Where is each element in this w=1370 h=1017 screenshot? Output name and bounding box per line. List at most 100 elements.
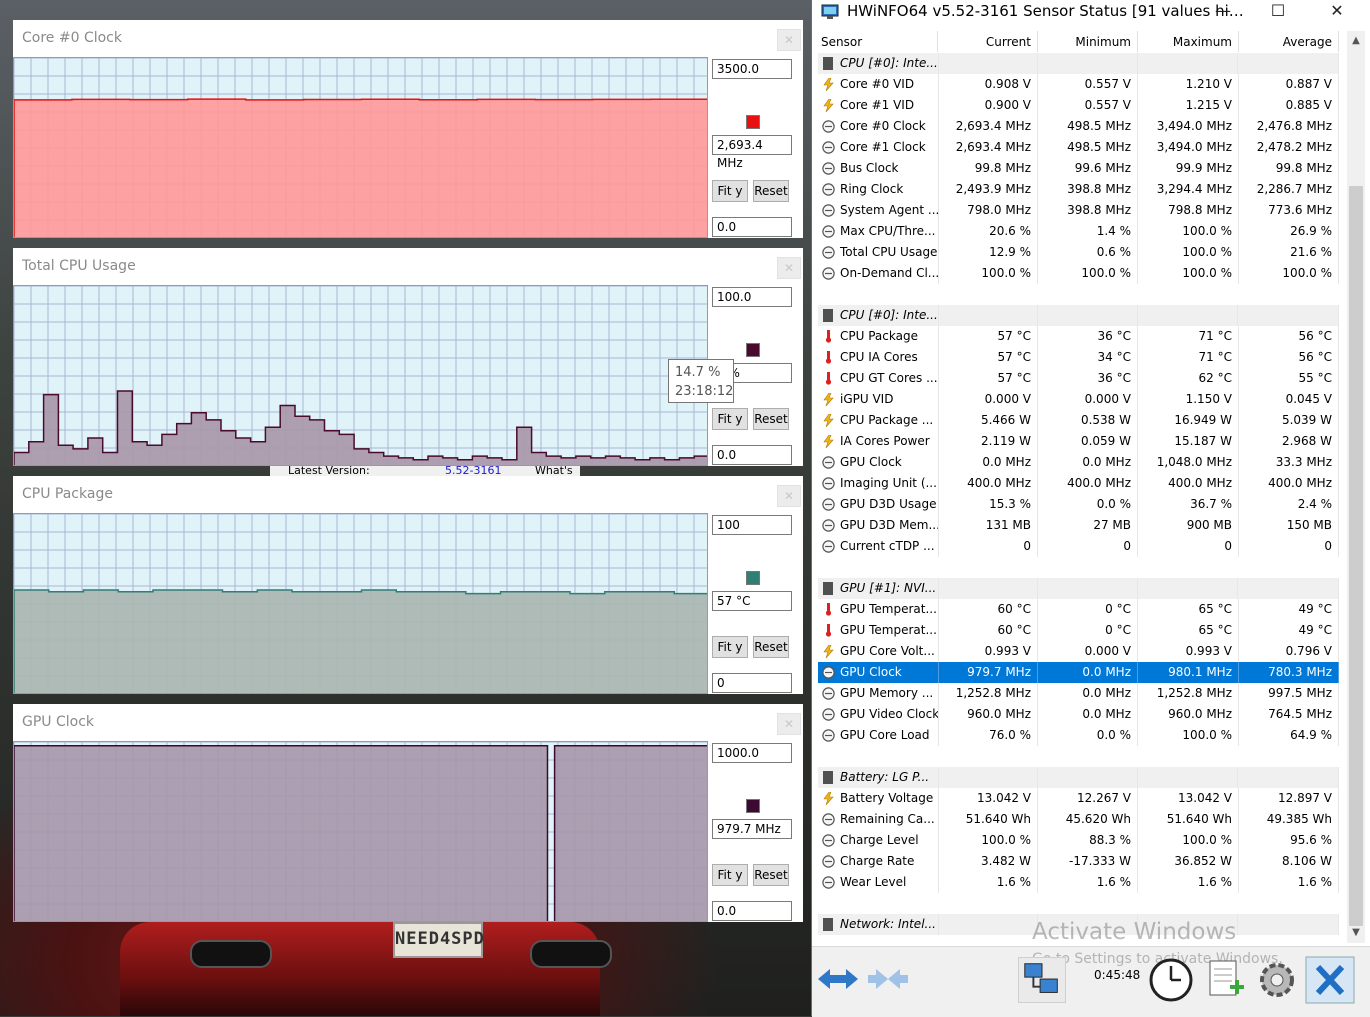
graph-window-core0-clock[interactable]: Core #0 Clock ✕ 3500.0 2,693.4 MHz Fit y… (13, 20, 803, 238)
color-swatch[interactable] (746, 799, 760, 813)
sensor-row[interactable]: Ring Clock 2,493.9 MHz 398.8 MHz 3,294.4 MH… (818, 179, 1339, 200)
close-icon[interactable]: ✕ (777, 257, 801, 279)
close-x-icon[interactable] (1304, 955, 1356, 1005)
sensor-row[interactable]: Charge Rate 3.482 W -17.333 W 36.852 W 8.106… (818, 851, 1339, 872)
graph-max-field[interactable]: 3500.0 (712, 59, 792, 79)
sensor-group-header[interactable]: GPU [#1]: NVI... (818, 578, 1339, 599)
sensor-row[interactable]: Core #1 Clock 2,693.4 MHz 498.5 MHz 3,494.0… (818, 137, 1339, 158)
sensor-row[interactable]: Wear Level 1.6 % 1.6 % 1.6 % 1.6 % (818, 872, 1339, 893)
gauge-icon (822, 666, 835, 679)
empty-cell (1239, 53, 1339, 74)
sensor-row[interactable]: GPU Clock 979.7 MHz 0.0 MHz 980.1 MHz 780.3 … (818, 662, 1339, 683)
sensor-group-header[interactable]: CPU [#0]: Inte... (818, 305, 1339, 326)
sensor-name-cell: CPU [#0]: Inte... (818, 305, 939, 326)
scrollbar-thumb[interactable] (1349, 186, 1363, 926)
clock-icon[interactable] (1146, 955, 1196, 1005)
value-maximum: 15.187 W (1138, 431, 1239, 452)
sensor-row[interactable]: CPU Package ... 5.466 W 0.538 W 16.949 W 5.0… (818, 410, 1339, 431)
sensor-row[interactable]: GPU D3D Mem... 131 MB 27 MB 900 MB 150 MB (818, 515, 1339, 536)
gauge-icon (822, 477, 835, 490)
close-icon[interactable]: ✕ (777, 29, 801, 51)
value-minimum: 36 °C (1038, 326, 1138, 347)
sensor-name-cell: Battery Voltage (818, 788, 939, 809)
sensor-row[interactable]: iGPU VID 0.000 V 0.000 V 1.150 V 0.045 V (818, 389, 1339, 410)
sensor-row[interactable]: Core #0 Clock 2,693.4 MHz 498.5 MHz 3,494.0… (818, 116, 1339, 137)
sensor-row[interactable]: CPU IA Cores 57 °C 34 °C 71 °C 56 °C (818, 347, 1339, 368)
sensor-row[interactable]: CPU GT Cores ... 57 °C 36 °C 62 °C 55 °C (818, 368, 1339, 389)
graph-max-field[interactable]: 100.0 (712, 287, 792, 307)
color-swatch[interactable] (746, 115, 760, 129)
graph-min-field[interactable]: 0 (712, 673, 792, 693)
sensor-row[interactable]: Remaining Ca... 51.640 Wh 45.620 Wh 51.640 … (818, 809, 1339, 830)
sensor-row[interactable]: GPU Clock 0.0 MHz 0.0 MHz 1,048.0 MHz 33.3 M… (818, 452, 1339, 473)
sensor-row[interactable]: System Agent ... 798.0 MHz 398.8 MHz 798.8 … (818, 200, 1339, 221)
sensor-row[interactable]: Bus Clock 99.8 MHz 99.6 MHz 99.9 MHz 99.8 MH… (818, 158, 1339, 179)
graph-max-field[interactable]: 100 (712, 515, 792, 535)
graph-window-total-cpu-usage[interactable]: Total CPU Usage ✕ 100.0 9 % Fit y Reset … (13, 248, 803, 466)
sensor-row[interactable]: GPU Core Volt... 0.993 V 0.000 V 0.993 V 0.7… (818, 641, 1339, 662)
sensor-row[interactable]: Core #1 VID 0.900 V 0.557 V 1.215 V 0.885 V (818, 95, 1339, 116)
graph-min-field[interactable]: 0.0 (712, 217, 792, 237)
sensor-group-header[interactable]: Battery: LG P... (818, 767, 1339, 788)
sensor-row[interactable]: CPU Package 57 °C 36 °C 71 °C 56 °C (818, 326, 1339, 347)
color-swatch[interactable] (746, 571, 760, 585)
expand-arrows-icon[interactable] (816, 959, 860, 999)
graph-max-field[interactable]: 1000.0 (712, 743, 792, 763)
sensor-list[interactable]: CPU [#0]: Inte... Core #0 VID 0.908 V 0.557… (812, 53, 1339, 943)
title-bar[interactable]: HWiNFO64 v5.52-3161 Sensor Status [91 va… (812, 0, 1370, 24)
column-header-current[interactable]: Current (938, 31, 1038, 52)
collapse-arrows-icon[interactable] (866, 959, 910, 999)
fit-y-button[interactable]: Fit y (712, 864, 748, 886)
close-icon[interactable]: ✕ (777, 485, 801, 507)
graph-min-field[interactable]: 0.0 (712, 901, 792, 921)
scroll-up-icon[interactable]: ▲ (1347, 33, 1365, 49)
sensor-row[interactable]: IA Cores Power 2.119 W 0.059 W 15.187 W 2.96… (818, 431, 1339, 452)
graph-window-gpu-clock[interactable]: GPU Clock ✕ 1000.0 979.7 MHz Fit y Reset… (13, 704, 803, 922)
sensor-row[interactable]: Total CPU Usage 12.9 % 0.6 % 100.0 % 21.6 % (818, 242, 1339, 263)
graph-min-field[interactable]: 0.0 (712, 445, 792, 465)
column-header-minimum[interactable]: Minimum (1038, 31, 1138, 52)
sensor-row[interactable]: Max CPU/Thre... 20.6 % 1.4 % 100.0 % 26.9 % (818, 221, 1339, 242)
sensor-row[interactable]: Current cTDP ... 0 0 0 0 (818, 536, 1339, 557)
fit-y-button[interactable]: Fit y (712, 636, 748, 658)
graph-window-cpu-package[interactable]: CPU Package ✕ 100 57 °C Fit y Reset 0 (13, 476, 803, 694)
sensor-row[interactable]: GPU Temperat... 60 °C 0 °C 65 °C 49 °C (818, 620, 1339, 641)
sensor-row[interactable]: GPU D3D Usage 15.3 % 0.0 % 36.7 % 2.4 % (818, 494, 1339, 515)
sensor-row[interactable]: Core #0 VID 0.908 V 0.557 V 1.210 V 0.887 V (818, 74, 1339, 95)
column-header-sensor[interactable]: Sensor (818, 31, 938, 52)
sensor-name: Core #1 VID (840, 98, 915, 112)
value-minimum: 0.0 MHz (1038, 452, 1138, 473)
column-header-maximum[interactable]: Maximum (1138, 31, 1239, 52)
sensor-row[interactable]: GPU Temperat... 60 °C 0 °C 65 °C 49 °C (818, 599, 1339, 620)
sensor-row[interactable]: GPU Memory ... 1,252.8 MHz 0.0 MHz 1,252.8 … (818, 683, 1339, 704)
minimize-icon[interactable]: — (1200, 0, 1246, 22)
close-icon[interactable]: ✕ (1314, 0, 1360, 22)
vertical-scrollbar[interactable]: ▲ ▼ (1347, 31, 1365, 943)
hwinfo-sensor-window[interactable]: HWiNFO64 v5.52-3161 Sensor Status [91 va… (811, 0, 1370, 1017)
value-average: 95.6 % (1239, 830, 1339, 851)
sensor-row[interactable]: GPU Video Clock 960.0 MHz 0.0 MHz 960.0 MHz… (818, 704, 1339, 725)
reset-button[interactable]: Reset (753, 180, 789, 202)
column-header-average[interactable]: Average (1239, 31, 1339, 52)
sensor-row[interactable]: On-Demand Cl... 100.0 % 100.0 % 100.0 % 100.… (818, 263, 1339, 284)
fit-y-button[interactable]: Fit y (712, 408, 748, 430)
sensor-row[interactable]: Charge Level 100.0 % 88.3 % 100.0 % 95.6 % (818, 830, 1339, 851)
maximize-icon[interactable]: ☐ (1255, 0, 1301, 22)
color-swatch[interactable] (746, 343, 760, 357)
sensor-row[interactable]: Battery Voltage 13.042 V 12.267 V 13.042 V1… (818, 788, 1339, 809)
network-computers-icon[interactable] (1018, 957, 1066, 1003)
sensor-row[interactable]: GPU Core Load 76.0 % 0.0 % 100.0 % 64.9 % (818, 725, 1339, 746)
reset-button[interactable]: Reset (753, 636, 789, 658)
fit-y-button[interactable]: Fit y (712, 180, 748, 202)
settings-gear-icon[interactable] (1252, 955, 1302, 1005)
graph-title: Total CPU Usage (22, 258, 136, 274)
add-log-icon[interactable] (1200, 955, 1250, 1005)
sensor-name: Battery Voltage (840, 791, 934, 805)
scroll-down-icon[interactable]: ▼ (1347, 925, 1365, 941)
value-average: 0.887 V (1239, 74, 1339, 95)
sensor-row[interactable]: Imaging Unit (... 400.0 MHz 400.0 MHz 400.0… (818, 473, 1339, 494)
close-icon[interactable]: ✕ (777, 713, 801, 735)
reset-button[interactable]: Reset (753, 408, 789, 430)
sensor-group-header[interactable]: CPU [#0]: Inte... (818, 53, 1339, 74)
reset-button[interactable]: Reset (753, 864, 789, 886)
